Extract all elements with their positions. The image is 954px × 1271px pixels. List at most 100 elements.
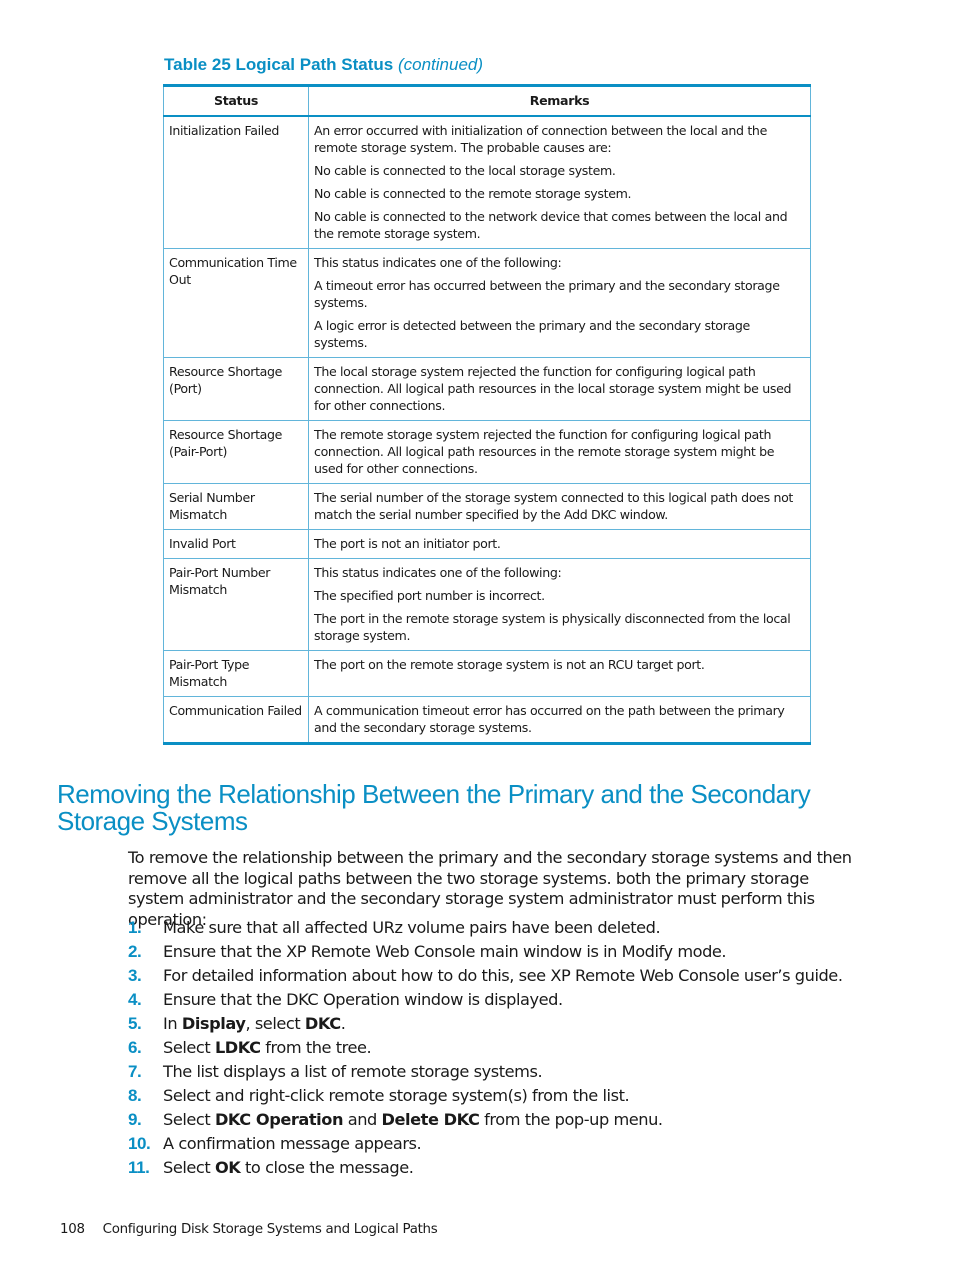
table-row: Resource Shortage (Pair-Port) The remote …	[163, 420, 811, 484]
ui-term: Delete DKC	[381, 1110, 480, 1129]
step-text: Select	[163, 1038, 215, 1057]
remark-paragraph: A communication timeout error has occurr…	[314, 703, 785, 735]
step-item: 4. Ensure that the DKC Operation window i…	[128, 988, 888, 1012]
step-text: from the tree.	[260, 1038, 372, 1057]
status-cell: Serial Number Mismatch	[163, 483, 309, 530]
step-text: Ensure that the DKC Operation window is …	[163, 990, 563, 1009]
step-item: 3. For detailed information about how to …	[128, 964, 888, 988]
ui-term: DKC	[304, 1014, 341, 1033]
step-number: 5.	[128, 1014, 142, 1033]
step-item: 5. In Display, select DKC.	[128, 1012, 888, 1036]
remark-paragraph: The port in the remote storage system is…	[314, 611, 791, 643]
remarks-cell: This status indicates one of the followi…	[308, 248, 811, 358]
remark-paragraph: The local storage system rejected the fu…	[314, 364, 792, 413]
step-number: 7.	[128, 1062, 142, 1081]
step-item: 6. Select LDKC from the tree.	[128, 1036, 888, 1060]
step-text: and	[343, 1110, 382, 1129]
step-text: Select	[163, 1158, 215, 1177]
table-row: Invalid Port The port is not an initiator…	[163, 529, 811, 559]
page-number: 108	[60, 1222, 85, 1237]
table-caption-label: Table 25 Logical Path Status	[164, 55, 394, 74]
step-item: 9. Select DKC Operation and Delete DKC fr…	[128, 1108, 888, 1132]
step-text: In	[163, 1014, 182, 1033]
remark-paragraph: An error occurred with initialization of…	[314, 123, 767, 155]
step-text: from the pop-up menu.	[479, 1110, 663, 1129]
table-row: Resource Shortage (Port) The local storag…	[163, 357, 811, 421]
step-number: 10.	[128, 1134, 151, 1153]
step-item: 1. Make sure that all affected URz volume…	[128, 916, 888, 940]
step-text: Select and right-click remote storage sy…	[163, 1086, 630, 1105]
remarks-cell: This status indicates one of the followi…	[308, 558, 811, 651]
table-caption: Table 25 Logical Path Status (continued)	[164, 55, 483, 75]
step-text: For detailed information about how to do…	[163, 966, 843, 985]
status-cell: Communication Failed	[163, 696, 309, 744]
step-number: 1.	[128, 918, 142, 937]
remark-paragraph: No cable is connected to the local stora…	[314, 163, 616, 178]
step-item: 8. Select and right-click remote storage …	[128, 1084, 888, 1108]
section-heading: Removing the Relationship Between the Pr…	[57, 779, 811, 836]
table-row: Pair-Port Number Mismatch This status ind…	[163, 558, 811, 651]
remark-paragraph: No cable is connected to the remote stor…	[314, 186, 632, 201]
remarks-cell: The local storage system rejected the fu…	[308, 357, 811, 421]
chapter-title: Configuring Disk Storage Systems and Log…	[102, 1222, 438, 1237]
step-text: .	[340, 1014, 346, 1033]
remark-paragraph: The port on the remote storage system is…	[314, 657, 705, 672]
step-text: to close the message.	[240, 1158, 414, 1177]
step-number: 8.	[128, 1086, 142, 1105]
status-cell: Resource Shortage (Port)	[163, 357, 309, 421]
table-row: Serial Number Mismatch The serial number …	[163, 483, 811, 530]
step-text: Ensure that the XP Remote Web Console ma…	[163, 942, 727, 961]
remark-paragraph: No cable is connected to the network dev…	[314, 209, 788, 241]
step-text: , select	[245, 1014, 305, 1033]
remarks-cell: The serial number of the storage system …	[308, 483, 811, 530]
ui-term: Display	[181, 1014, 246, 1033]
status-cell: Invalid Port	[163, 529, 309, 559]
status-cell: Resource Shortage (Pair-Port)	[163, 420, 309, 484]
step-number: 3.	[128, 966, 142, 985]
column-header-status: Status	[163, 85, 309, 117]
step-text: A confirmation message appears.	[163, 1134, 422, 1153]
table-header-row: Status Remarks	[163, 85, 811, 117]
status-cell: Pair-Port Number Mismatch	[163, 558, 309, 651]
step-number: 11.	[128, 1158, 150, 1177]
step-text: Select	[163, 1110, 215, 1129]
remark-paragraph: A timeout error has occurred between the…	[314, 278, 780, 310]
step-number: 9.	[128, 1110, 142, 1129]
page-footer: 108 Configuring Disk Storage Systems and…	[60, 1222, 438, 1237]
remarks-cell: The port is not an initiator port.	[308, 529, 811, 559]
status-cell: Communication Time Out	[163, 248, 309, 358]
remarks-cell: An error occurred with initialization of…	[308, 116, 811, 249]
column-header-remarks: Remarks	[308, 85, 811, 117]
remarks-cell: A communication timeout error has occurr…	[308, 696, 811, 744]
step-item: 2. Ensure that the XP Remote Web Console …	[128, 940, 888, 964]
step-item: 7. The list displays a list of remote sto…	[128, 1060, 888, 1084]
step-number: 4.	[128, 990, 142, 1009]
step-text: The list displays a list of remote stora…	[163, 1062, 543, 1081]
table-body: Initialization Failed An error occurred w…	[163, 116, 811, 744]
status-cell: Initialization Failed	[163, 116, 309, 249]
procedure-steps: 1. Make sure that all affected URz volume…	[128, 916, 888, 1180]
ui-term: DKC Operation	[214, 1110, 344, 1129]
step-number: 2.	[128, 942, 142, 961]
remark-paragraph: The specified port number is incorrect.	[314, 588, 545, 603]
table-row: Initialization Failed An error occurred w…	[163, 116, 811, 249]
remark-paragraph: The port is not an initiator port.	[314, 536, 501, 551]
table-row: Communication Failed A communication time…	[163, 696, 811, 744]
table-caption-continued: (continued)	[397, 55, 484, 74]
table-row: Pair-Port Type Mismatch The port on the r…	[163, 650, 811, 697]
remark-paragraph: The serial number of the storage system …	[314, 490, 794, 522]
remark-paragraph: The remote storage system rejected the f…	[314, 427, 775, 476]
step-item: 11. Select OK to close the message.	[128, 1156, 888, 1180]
remarks-cell: The remote storage system rejected the f…	[308, 420, 811, 484]
status-cell: Pair-Port Type Mismatch	[163, 650, 309, 697]
table-row: Communication Time Out This status indica…	[163, 248, 811, 358]
step-item: 10. A confirmation message appears.	[128, 1132, 888, 1156]
remark-paragraph: This status indicates one of the followi…	[314, 565, 562, 580]
ui-term: LDKC	[214, 1038, 261, 1057]
step-text: Make sure that all affected URz volume p…	[163, 918, 661, 937]
remarks-cell: The port on the remote storage system is…	[308, 650, 811, 697]
remark-paragraph: A logic error is detected between the pr…	[314, 318, 750, 350]
logical-path-status-table: Status Remarks Initialization Failed An e…	[163, 84, 811, 745]
ui-term: OK	[214, 1158, 241, 1177]
step-number: 6.	[128, 1038, 142, 1057]
